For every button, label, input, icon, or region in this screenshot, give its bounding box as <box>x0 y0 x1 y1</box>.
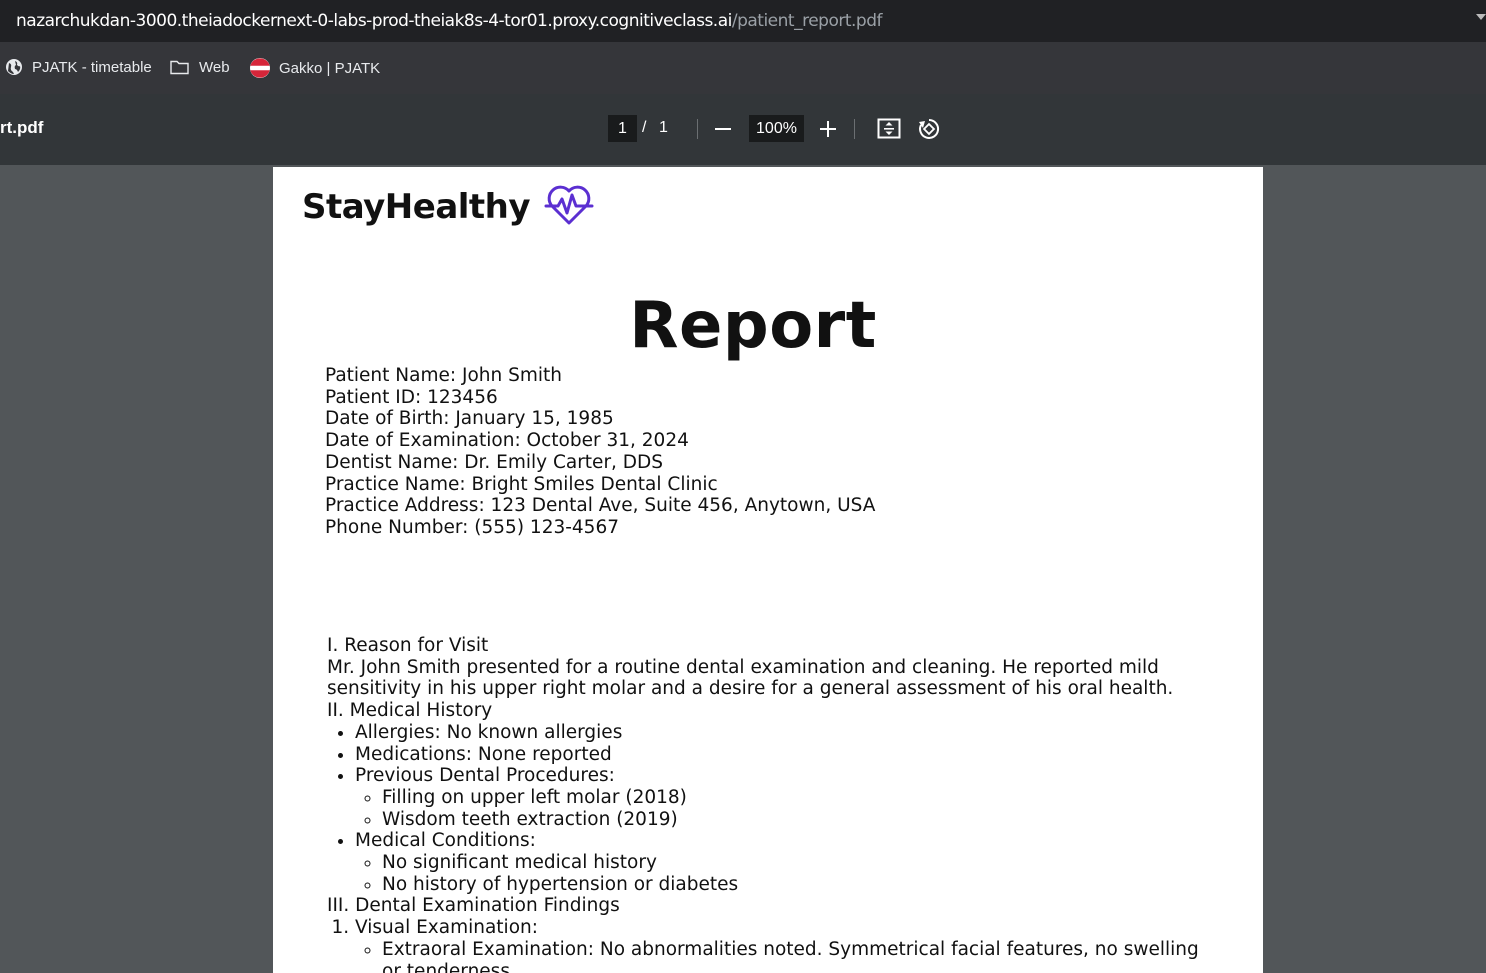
brand-header: StayHealthy <box>302 185 594 229</box>
list-item-label: Visual Examination: <box>355 917 538 939</box>
list-item: No significant medical history <box>382 852 1207 874</box>
list-item: Medical Conditions: No significant medic… <box>355 830 1207 895</box>
list-item: Medications: None reported <box>355 744 1207 766</box>
bookmark-web[interactable]: Web <box>169 58 230 76</box>
address-bar[interactable]: nazarchukdan-3000.theiadockernext-0-labs… <box>0 0 1486 42</box>
url-text[interactable]: nazarchukdan-3000.theiadockernext-0-labs… <box>16 11 882 31</box>
page-number-input[interactable]: 1 <box>608 115 637 142</box>
toolbar-divider <box>697 119 698 139</box>
bookmark-label: PJATK - timetable <box>32 58 152 76</box>
pdf-filename: rt.pdf <box>0 118 44 137</box>
info-line: Dentist Name: Dr. Emily Carter, DDS <box>325 451 664 473</box>
report-title: Report <box>629 289 877 363</box>
list-item: Previous Dental Procedures: Filling on u… <box>355 765 1207 830</box>
list-item: Allergies: No known allergies <box>355 722 1207 744</box>
list-item: Wisdom teeth extraction (2019) <box>382 809 1207 831</box>
info-line: Date of Birth: January 15, 1985 <box>325 408 614 430</box>
bookmarks-bar: PJATK - timetable Web Gakko | PJATK <box>0 42 1486 94</box>
zoom-out-icon[interactable] <box>710 116 736 142</box>
heart-pulse-icon <box>544 185 594 225</box>
folder-icon <box>170 60 189 75</box>
info-line: Practice Name: Bright Smiles Dental Clin… <box>325 473 718 495</box>
pjatk-logo-icon <box>250 58 270 78</box>
list-item: Extraoral Examination: No abnormalities … <box>382 939 1207 973</box>
pdf-page: StayHealthy Report Patient Name: John Sm… <box>273 167 1263 973</box>
visual-exam-list: Extraoral Examination: No abnormalities … <box>355 939 1207 973</box>
info-line: Patient ID: 123456 <box>325 386 498 408</box>
conditions-list: No significant medical history No histor… <box>355 852 1207 895</box>
pdf-viewer[interactable]: StayHealthy Report Patient Name: John Sm… <box>0 165 1486 973</box>
info-line: Date of Examination: October 31, 2024 <box>325 430 689 452</box>
info-line: Patient Name: John Smith <box>325 365 562 386</box>
section-heading: III. Dental Examination Findings <box>327 895 620 917</box>
bookmark-label: Web <box>199 58 230 76</box>
medical-history-list: Allergies: No known allergies Medication… <box>327 722 1207 896</box>
zoom-in-icon[interactable] <box>815 116 841 142</box>
bookmark-pjatk-timetable[interactable]: PJATK - timetable <box>5 58 152 76</box>
section-text: Mr. John Smith presented for a routine d… <box>327 656 1174 700</box>
rotate-icon[interactable] <box>916 116 942 142</box>
patient-info: Patient Name: John Smith Patient ID: 123… <box>325 365 875 539</box>
fit-page-icon[interactable] <box>876 116 902 142</box>
list-item-label: Medical Conditions: <box>355 830 536 852</box>
procedures-list: Filling on upper left molar (2018) Wisdo… <box>355 787 1207 830</box>
list-item: No history of hypertension or diabetes <box>382 874 1207 896</box>
pdf-toolbar: rt.pdf 1 / 1 100% <box>0 94 1486 165</box>
section-heading: II. Medical History <box>327 700 493 722</box>
bookmark-gakko[interactable]: Gakko | PJATK <box>250 58 380 78</box>
page-separator: / <box>642 119 647 136</box>
bookmark-label: Gakko | PJATK <box>279 59 381 77</box>
globe-icon <box>6 59 22 75</box>
list-item: Visual Examination: Extraoral Examinatio… <box>355 917 1207 973</box>
section-heading: I. Reason for Visit <box>327 635 489 656</box>
zoom-level-input[interactable]: 100% <box>749 115 804 142</box>
findings-list: Visual Examination: Extraoral Examinatio… <box>327 917 1207 973</box>
info-line: Practice Address: 123 Dental Ave, Suite … <box>325 495 876 517</box>
toolbar-divider <box>854 119 855 139</box>
page-total: 1 <box>659 119 668 136</box>
report-body: I. Reason for Visit Mr. John Smith prese… <box>327 635 1207 973</box>
chevron-down-icon[interactable] <box>1476 14 1486 20</box>
list-item-label: Previous Dental Procedures: <box>355 765 615 787</box>
list-item: Filling on upper left molar (2018) <box>382 787 1207 809</box>
info-line: Phone Number: (555) 123-4567 <box>325 516 619 538</box>
brand-name: StayHealthy <box>302 187 531 227</box>
